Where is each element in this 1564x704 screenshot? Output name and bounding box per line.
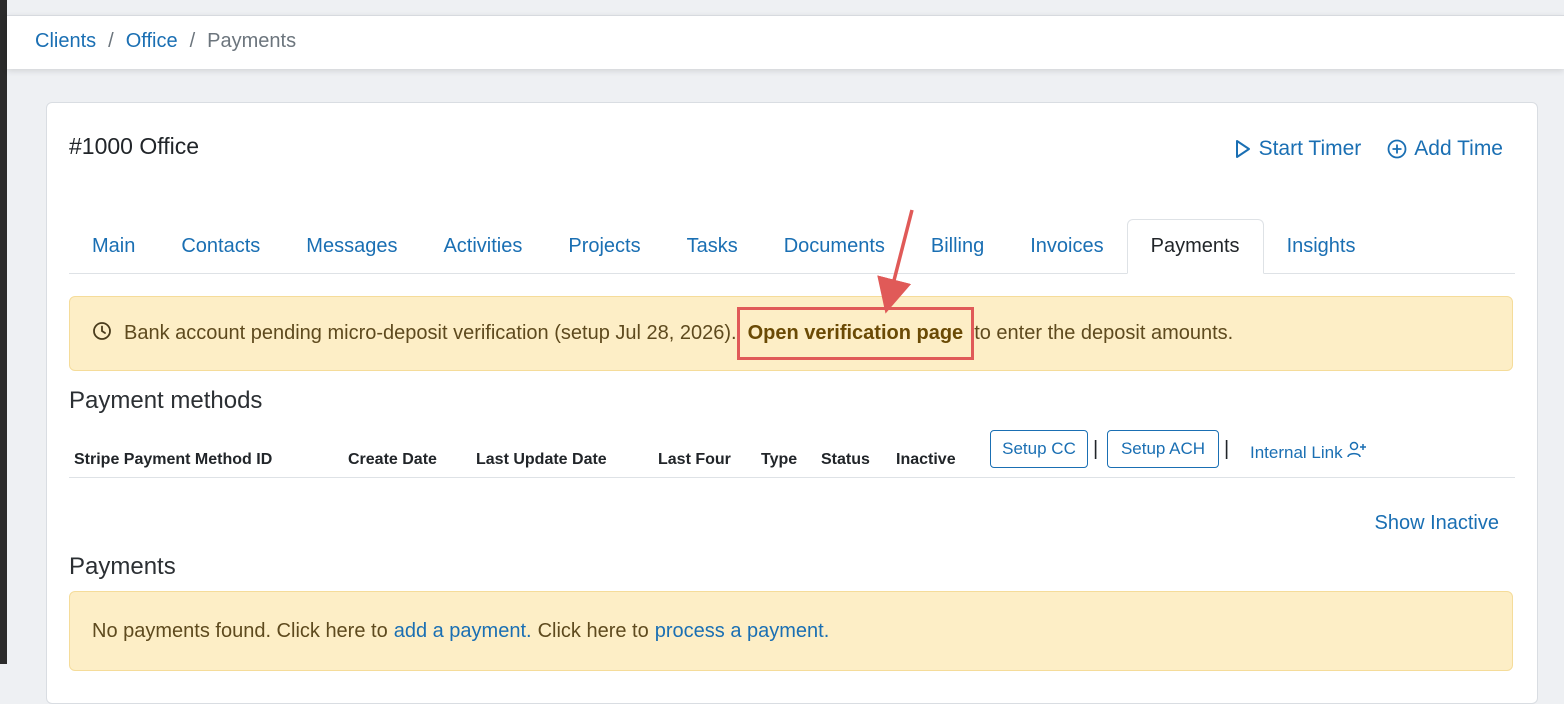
tab-contacts[interactable]: Contacts: [158, 219, 283, 273]
breadcrumb-separator: /: [189, 30, 196, 52]
internal-link-label: Internal Link: [1250, 442, 1343, 462]
tab-activities[interactable]: Activities: [420, 219, 545, 273]
internal-link[interactable]: Internal Link: [1250, 441, 1367, 464]
breadcrumb: Clients / Office / Payments: [35, 30, 296, 53]
no-payments-text-2: Click here to: [537, 619, 649, 642]
pipe-separator: |: [1093, 438, 1099, 460]
add-payment-link[interactable]: add a payment.: [394, 620, 532, 643]
page-title: #1000 Office: [69, 133, 200, 159]
tab-main[interactable]: Main: [69, 219, 158, 273]
column-inactive: Inactive: [896, 451, 956, 468]
open-verification-page-link[interactable]: Open verification page: [736, 307, 975, 360]
payment-methods-table-header: Stripe Payment Method ID Create Date Las…: [69, 429, 1515, 478]
verification-text-before: Bank account pending micro-deposit verif…: [124, 322, 737, 344]
breadcrumb-office[interactable]: Office: [126, 30, 178, 53]
tab-tasks[interactable]: Tasks: [664, 219, 761, 273]
column-create-date: Create Date: [348, 451, 437, 468]
column-type: Type: [761, 451, 798, 468]
tab-invoices[interactable]: Invoices: [1007, 219, 1126, 273]
tab-payments[interactable]: Payments: [1126, 219, 1264, 274]
header-actions: Start Timer Add Time: [1234, 137, 1503, 161]
column-status: Status: [821, 451, 870, 468]
add-time-label: Add Time: [1414, 137, 1503, 160]
pipe-separator: |: [1224, 438, 1230, 460]
tab-projects[interactable]: Projects: [545, 219, 663, 273]
show-inactive-link[interactable]: Show Inactive: [1374, 512, 1499, 535]
add-time-button[interactable]: Add Time: [1387, 137, 1503, 161]
clock-icon: [92, 321, 112, 347]
tab-documents[interactable]: Documents: [761, 219, 908, 273]
tab-messages[interactable]: Messages: [283, 219, 420, 273]
tab-insights[interactable]: Insights: [1264, 219, 1379, 273]
column-stripe-id: Stripe Payment Method ID: [74, 451, 273, 468]
payment-methods-heading: Payment methods: [69, 387, 263, 414]
no-payments-text: No payments found. Click here to: [92, 619, 388, 642]
client-card: #1000 Office Start Timer Add Time Main C…: [46, 102, 1538, 704]
column-last-update-date: Last Update Date: [476, 451, 607, 468]
column-last-four: Last Four: [658, 451, 731, 468]
setup-cc-button[interactable]: Setup CC: [990, 430, 1088, 468]
user-plus-icon: [1346, 441, 1367, 464]
plus-circle-icon: [1387, 139, 1407, 159]
start-timer-label: Start Timer: [1258, 137, 1362, 160]
verification-alert: Bank account pending micro-deposit verif…: [69, 296, 1513, 371]
tab-billing[interactable]: Billing: [908, 219, 1007, 273]
setup-ach-button[interactable]: Setup ACH: [1107, 430, 1219, 468]
breadcrumb-separator: /: [108, 30, 114, 52]
tab-bar: Main Contacts Messages Activities Projec…: [69, 219, 1515, 274]
no-payments-alert: No payments found. Click here to add a p…: [69, 591, 1513, 671]
left-edge-strip: [0, 0, 7, 664]
top-bar: Clients / Office / Payments: [7, 15, 1564, 69]
verification-text-after: to enter the deposit amounts.: [974, 322, 1234, 344]
play-icon: [1234, 139, 1252, 159]
breadcrumb-clients[interactable]: Clients: [35, 30, 96, 53]
payments-heading: Payments: [69, 553, 176, 580]
breadcrumb-current: Payments: [207, 30, 297, 52]
process-payment-link[interactable]: process a payment.: [655, 620, 830, 643]
start-timer-button[interactable]: Start Timer: [1234, 137, 1362, 161]
